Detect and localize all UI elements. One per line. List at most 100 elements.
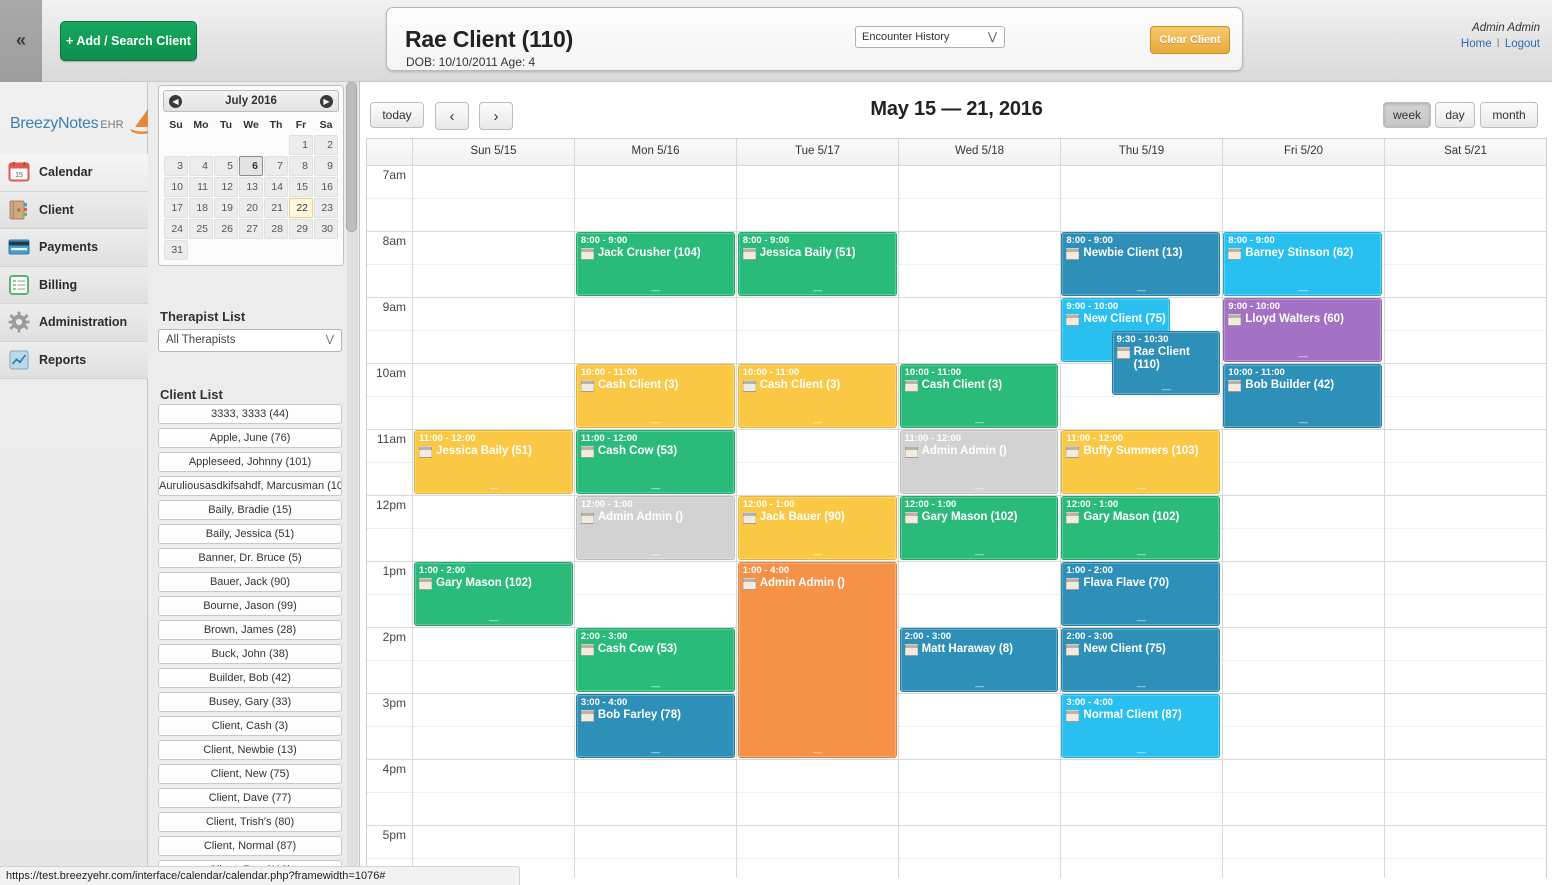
- mini-calendar-day[interactable]: 27: [239, 219, 263, 239]
- calendar-event[interactable]: 8:00 - 9:00 Newbie Client (13) —: [1061, 232, 1221, 296]
- calendar-event[interactable]: 12:00 - 1:00 Gary Mason (102) —: [899, 496, 1059, 560]
- client-list-item[interactable]: Client, Cash (3): [158, 716, 342, 736]
- event-resize-handle[interactable]: —: [901, 682, 1058, 691]
- mini-calendar-day[interactable]: 17: [164, 198, 188, 218]
- mini-calendar-prev-button[interactable]: ◀: [169, 94, 182, 108]
- mini-calendar-day[interactable]: 6: [239, 156, 263, 176]
- client-list-item[interactable]: Client, Trish's (80): [158, 812, 342, 832]
- calendar-event[interactable]: 12:00 - 1:00 Jack Bauer (90) —: [737, 496, 897, 560]
- therapist-filter-select[interactable]: All Therapists ⋁: [158, 329, 342, 352]
- client-list-item[interactable]: 3333, 3333 (44): [158, 404, 342, 424]
- event-resize-handle[interactable]: —: [739, 748, 896, 757]
- client-list-item[interactable]: Baily, Bradie (15): [158, 500, 342, 520]
- client-list-item[interactable]: Client, New (75): [158, 764, 342, 784]
- calendar-event[interactable]: 10:00 - 11:00 Bob Builder (42) —: [1223, 364, 1383, 428]
- mini-calendar-day[interactable]: 23: [314, 198, 338, 218]
- calendar-event[interactable]: 10:00 - 11:00 Cash Client (3) —: [899, 364, 1059, 428]
- client-list-item[interactable]: Baily, Jessica (51): [158, 524, 342, 544]
- client-list-item[interactable]: Busey, Gary (33): [158, 692, 342, 712]
- sidebar-item-billing[interactable]: Billing: [0, 266, 148, 304]
- event-resize-handle[interactable]: —: [1224, 286, 1381, 295]
- event-resize-handle[interactable]: —: [901, 484, 1058, 493]
- calendar-event[interactable]: 2:00 - 3:00 Cash Cow (53) —: [575, 628, 735, 692]
- client-list-item[interactable]: Builder, Bob (42): [158, 668, 342, 688]
- client-list-item[interactable]: Auruliousasdkifsahdf, Marcusman (106): [158, 476, 342, 496]
- event-resize-handle[interactable]: —: [577, 682, 734, 691]
- mini-calendar-day[interactable]: 14: [264, 177, 288, 197]
- client-list-item[interactable]: Bourne, Jason (99): [158, 596, 342, 616]
- mini-calendar-day[interactable]: 7: [264, 156, 288, 176]
- calendar-event[interactable]: 3:00 - 4:00 Bob Farley (78) —: [575, 694, 735, 758]
- mini-calendar-day[interactable]: 2: [314, 135, 338, 155]
- mini-calendar-day[interactable]: 13: [239, 177, 263, 197]
- event-resize-handle[interactable]: —: [739, 418, 896, 427]
- event-resize-handle[interactable]: —: [577, 748, 734, 757]
- calendar-event[interactable]: 9:00 - 10:00 Lloyd Walters (60) —: [1223, 298, 1383, 362]
- encounter-history-select[interactable]: Encounter History ⋁: [855, 26, 1005, 48]
- logout-link[interactable]: Logout: [1505, 38, 1540, 50]
- event-resize-handle[interactable]: —: [1062, 616, 1219, 625]
- calendar-event[interactable]: 12:00 - 1:00 Admin Admin () —: [575, 496, 735, 560]
- mini-calendar-day[interactable]: 16: [314, 177, 338, 197]
- calendar-event[interactable]: 11:00 - 12:00 Jessica Baily (51) —: [414, 430, 573, 494]
- add-search-client-button[interactable]: + Add / Search Client: [60, 21, 197, 61]
- calendar-event[interactable]: 12:00 - 1:00 Gary Mason (102) —: [1061, 496, 1221, 560]
- event-resize-handle[interactable]: —: [1062, 682, 1219, 691]
- client-list-item[interactable]: Appleseed, Johnny (101): [158, 452, 342, 472]
- sidebar-item-client[interactable]: Client: [0, 191, 148, 229]
- mini-calendar-day[interactable]: 18: [189, 198, 213, 218]
- client-list-item[interactable]: Apple, June (76): [158, 428, 342, 448]
- side-panel-scrollbar-thumb[interactable]: [346, 82, 357, 232]
- mini-calendar-day[interactable]: 5: [214, 156, 238, 176]
- calendar-event[interactable]: 11:00 - 12:00 Cash Cow (53) —: [575, 430, 735, 494]
- calendar-event[interactable]: 2:00 - 3:00 Matt Haraway (8) —: [899, 628, 1059, 692]
- mini-calendar-day[interactable]: 20: [239, 198, 263, 218]
- calendar-event[interactable]: 8:00 - 9:00 Jack Crusher (104) —: [575, 232, 735, 296]
- calendar-event[interactable]: 10:00 - 11:00 Cash Client (3) —: [575, 364, 735, 428]
- event-resize-handle[interactable]: —: [901, 418, 1058, 427]
- calendar-event[interactable]: 3:00 - 4:00 Normal Client (87) —: [1061, 694, 1221, 758]
- side-panel-scrollbar-track[interactable]: [346, 82, 358, 885]
- calendar-event[interactable]: 8:00 - 9:00 Jessica Baily (51) —: [737, 232, 897, 296]
- mini-calendar-day[interactable]: 10: [164, 177, 188, 197]
- event-resize-handle[interactable]: —: [1062, 748, 1219, 757]
- mini-calendar-day[interactable]: 26: [214, 219, 238, 239]
- mini-calendar-day[interactable]: 4: [189, 156, 213, 176]
- view-week-button[interactable]: week: [1383, 102, 1431, 128]
- client-list-item[interactable]: Client, Newbie (13): [158, 740, 342, 760]
- view-day-button[interactable]: day: [1435, 102, 1475, 128]
- mini-calendar-day[interactable]: 11: [189, 177, 213, 197]
- mini-calendar-day[interactable]: 1: [289, 135, 313, 155]
- view-month-button[interactable]: month: [1480, 102, 1538, 128]
- mini-calendar-day[interactable]: 24: [164, 219, 188, 239]
- client-list-item[interactable]: Banner, Dr. Bruce (5): [158, 548, 342, 568]
- mini-calendar-day[interactable]: 3: [164, 156, 188, 176]
- event-resize-handle[interactable]: —: [739, 286, 896, 295]
- event-resize-handle[interactable]: —: [1224, 418, 1381, 427]
- calendar-event[interactable]: 1:00 - 4:00 Admin Admin () —: [737, 562, 897, 758]
- mini-calendar-day[interactable]: 31: [164, 240, 188, 260]
- mini-calendar-day[interactable]: 19: [214, 198, 238, 218]
- event-resize-handle[interactable]: —: [1224, 352, 1381, 361]
- client-list-item[interactable]: Buck, John (38): [158, 644, 342, 664]
- mini-calendar-day[interactable]: 15: [289, 177, 313, 197]
- sidebar-item-reports[interactable]: Reports: [0, 341, 148, 379]
- event-resize-handle[interactable]: —: [901, 550, 1058, 559]
- mini-calendar-next-button[interactable]: ▶: [320, 94, 333, 108]
- event-resize-handle[interactable]: —: [739, 550, 896, 559]
- sidebar-item-payments[interactable]: Payments: [0, 229, 148, 267]
- event-resize-handle[interactable]: —: [415, 484, 572, 493]
- sidebar-item-calendar[interactable]: 15 Calendar: [0, 154, 148, 192]
- client-list-item[interactable]: Client, Dave (77): [158, 788, 342, 808]
- client-list-item[interactable]: Bauer, Jack (90): [158, 572, 342, 592]
- calendar-event[interactable]: 1:00 - 2:00 Flava Flave (70) —: [1061, 562, 1221, 626]
- event-resize-handle[interactable]: —: [577, 484, 734, 493]
- mini-calendar-day[interactable]: 28: [264, 219, 288, 239]
- event-resize-handle[interactable]: —: [577, 286, 734, 295]
- sidebar-item-administration[interactable]: Administration: [0, 304, 148, 342]
- sidebar-collapse-toggle[interactable]: «: [0, 0, 42, 82]
- mini-calendar-day[interactable]: 25: [189, 219, 213, 239]
- mini-calendar-day[interactable]: 21: [264, 198, 288, 218]
- mini-calendar-day[interactable]: 30: [314, 219, 338, 239]
- calendar-event[interactable]: 11:00 - 12:00 Admin Admin () —: [899, 430, 1059, 494]
